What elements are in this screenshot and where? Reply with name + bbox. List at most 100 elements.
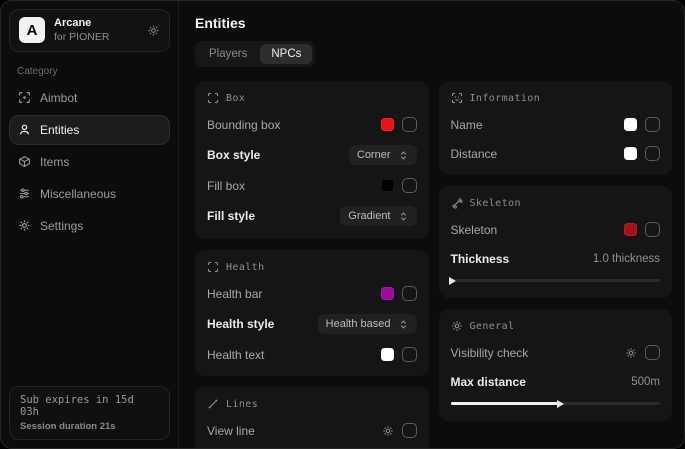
app-logo: A <box>19 17 45 43</box>
setting-row: Name <box>451 116 661 133</box>
checkbox[interactable] <box>645 345 660 360</box>
app-logo-card: A Arcane for PIONER <box>9 9 170 52</box>
setting-row: View line <box>207 422 417 439</box>
card-header: Health <box>207 261 417 273</box>
sidebar-item-label: Settings <box>40 219 83 233</box>
box-style-select[interactable]: Corner <box>349 145 417 165</box>
sidebar-item-miscellaneous[interactable]: Miscellaneous <box>9 179 170 209</box>
chevron-up-down-icon <box>398 150 409 161</box>
health-style-select[interactable]: Health based <box>318 314 417 334</box>
chevron-up-down-icon <box>398 319 409 330</box>
color-swatch[interactable] <box>381 348 394 361</box>
gear-icon[interactable] <box>147 24 160 37</box>
right-column: Information Name Distance <box>439 81 673 421</box>
box-card: Box Bounding box Box style Corner <box>195 81 429 239</box>
setting-row: Bounding box <box>207 116 417 133</box>
color-swatch[interactable] <box>624 223 637 236</box>
sidebar-item-label: Aimbot <box>40 91 77 105</box>
subscription-info-card: Sub expires in 15d 03h Session duration … <box>9 386 170 440</box>
general-card: General Visibility check Max distance 50… <box>439 309 673 421</box>
card-title: Lines <box>226 399 258 410</box>
card-title: Box <box>226 93 245 104</box>
max-distance-slider[interactable] <box>451 398 661 408</box>
setting-label: Visibility check <box>451 346 529 360</box>
color-swatch[interactable] <box>624 118 637 131</box>
setting-row: Health bar <box>207 285 417 302</box>
color-swatch[interactable] <box>381 179 394 192</box>
skeleton-card: Skeleton Skeleton Thickness 1.0 thicknes… <box>439 186 673 298</box>
package-icon <box>18 155 31 168</box>
setting-label: Name <box>451 118 483 132</box>
line-icon <box>207 398 219 410</box>
checkbox[interactable] <box>402 286 417 301</box>
page-title: Entities <box>195 15 672 31</box>
sidebar-nav: Aimbot Entities Items Miscellaneous Sett… <box>9 83 170 241</box>
sub-expires-text: Sub expires in 15d 03h <box>20 394 159 418</box>
color-swatch[interactable] <box>624 147 637 160</box>
app-subtitle: for PIONER <box>54 31 138 44</box>
tab-players[interactable]: Players <box>198 44 258 64</box>
setting-row: Box style Corner <box>207 145 417 165</box>
person-icon <box>18 123 31 136</box>
gear-icon[interactable] <box>625 347 637 359</box>
box-select-icon <box>207 92 219 104</box>
setting-row: Fill box <box>207 177 417 194</box>
select-value: Health based <box>326 318 391 330</box>
tab-npcs[interactable]: NPCs <box>260 44 312 64</box>
setting-label: Max distance <box>451 375 526 389</box>
left-column: Box Bounding box Box style Corner <box>195 81 429 448</box>
setting-label: View line <box>207 424 255 438</box>
thickness-slider[interactable] <box>451 275 661 285</box>
health-card: Health Health bar Health style Health ba… <box>195 250 429 376</box>
setting-row: Thickness 1.0 thickness <box>451 250 661 267</box>
entity-tabs: Players NPCs <box>195 41 315 67</box>
card-header: General <box>451 320 661 332</box>
slider-thumb[interactable] <box>449 277 456 285</box>
card-header: Lines <box>207 398 417 410</box>
slider-thumb[interactable] <box>557 400 564 408</box>
checkbox[interactable] <box>402 117 417 132</box>
gear-icon <box>18 219 31 232</box>
checkbox[interactable] <box>645 222 660 237</box>
setting-row: Fill style Gradient <box>207 206 417 226</box>
setting-label: Distance <box>451 147 498 161</box>
session-duration-text: Session duration 21s <box>20 421 159 432</box>
checkbox[interactable] <box>645 117 660 132</box>
sidebar-item-settings[interactable]: Settings <box>9 211 170 241</box>
gear-icon[interactable] <box>382 425 394 437</box>
sidebar-item-items[interactable]: Items <box>9 147 170 177</box>
main-panel: Entities Players NPCs Box Bounding box <box>179 1 684 448</box>
sidebar-item-entities[interactable]: Entities <box>9 115 170 145</box>
setting-label: Health style <box>207 317 274 331</box>
checkbox[interactable] <box>645 146 660 161</box>
color-swatch[interactable] <box>381 287 394 300</box>
checkbox[interactable] <box>402 423 417 438</box>
setting-label: Fill box <box>207 179 245 193</box>
card-header: Information <box>451 92 661 104</box>
setting-row: Visibility check <box>451 344 661 361</box>
setting-row: Max distance 500m <box>451 373 661 390</box>
settings-columns: Box Bounding box Box style Corner <box>195 81 672 448</box>
setting-label: Thickness <box>451 252 510 266</box>
slider-track <box>451 279 661 282</box>
sidebar-item-aimbot[interactable]: Aimbot <box>9 83 170 113</box>
card-title: Skeleton <box>470 198 521 209</box>
checkbox[interactable] <box>402 178 417 193</box>
setting-row: Distance <box>451 145 661 162</box>
crosshair-icon <box>18 91 31 104</box>
box-select-icon <box>207 261 219 273</box>
app-name: Arcane <box>54 17 138 31</box>
slider-fill <box>451 402 560 405</box>
slider-value: 1.0 thickness <box>593 253 660 265</box>
card-title: Information <box>470 93 541 104</box>
checkbox[interactable] <box>402 347 417 362</box>
setting-label: Skeleton <box>451 223 498 237</box>
color-swatch[interactable] <box>381 118 394 131</box>
setting-label: Box style <box>207 148 260 162</box>
setting-row: Health style Health based <box>207 314 417 334</box>
card-header: Skeleton <box>451 197 661 209</box>
app-titles: Arcane for PIONER <box>54 17 138 44</box>
fill-style-select[interactable]: Gradient <box>340 206 416 226</box>
lines-card: Lines View line Line to enemy <box>195 387 429 448</box>
bone-icon <box>451 197 463 209</box>
